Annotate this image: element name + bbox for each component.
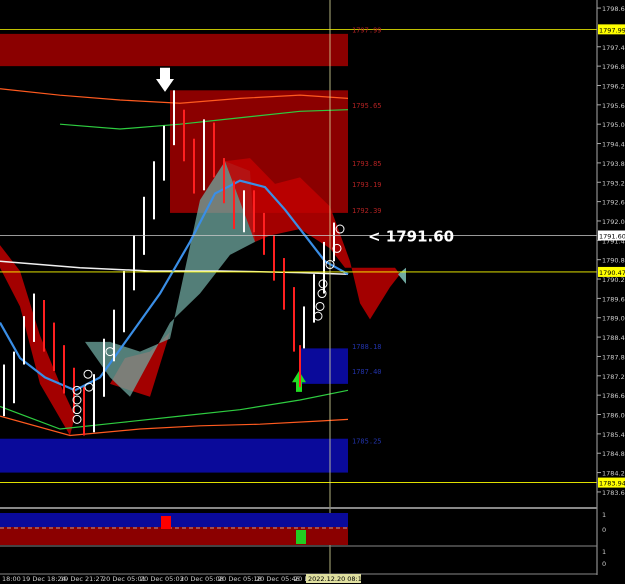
price-tag-label: 1783.94 — [599, 480, 625, 488]
signal-circle-icon — [72, 414, 82, 424]
y-tick-label: 1784.85 — [602, 450, 625, 458]
trading-chart-window[interactable]: 1797.99 1795.65 1793.85 1793.19 1792.39 1788.… — [0, 0, 625, 584]
y-tick-label: 1783.65 — [602, 489, 625, 497]
y-tick-label: 1790.25 — [602, 276, 625, 284]
sub-panel-tick: 1 — [602, 511, 606, 519]
zone-label: 1793.19 — [352, 181, 382, 189]
y-tick-label: 1787.85 — [602, 353, 625, 361]
y-tick-label: 1787.25 — [602, 373, 625, 381]
y-tick-label: 1792.65 — [602, 199, 625, 207]
x-tick-label: 18:00 — [2, 575, 21, 583]
sub-panel-tick: 0 — [602, 560, 606, 568]
zone-label: 1792.39 — [352, 207, 382, 215]
y-tick-label: 1786.65 — [602, 392, 625, 400]
y-tick-label: 1793.85 — [602, 160, 625, 168]
signal-circle-icon — [313, 311, 323, 321]
price-chart[interactable]: 1797.99 1795.65 1793.85 1793.19 1792.39 1788.… — [0, 0, 625, 584]
y-tick-label: 1789.65 — [602, 295, 625, 303]
price-tag-label: 1790.47 — [599, 269, 625, 277]
price-tag-label: 1797.99 — [599, 26, 625, 34]
x-tick-label: 19 Dec 21:27 — [60, 575, 104, 583]
sub-panel-red-band — [0, 527, 348, 545]
y-tick-label: 1792.05 — [602, 218, 625, 226]
y-tick-label: 1789.05 — [602, 315, 625, 323]
down-arrow-icon — [156, 67, 174, 92]
sub-panel-red-bar — [161, 516, 171, 529]
y-tick-label: 1785.45 — [602, 431, 625, 439]
sub-panel-green-bar — [296, 530, 306, 544]
y-tick-label: 1788.45 — [602, 334, 625, 342]
y-tick-label: 1794.45 — [602, 141, 625, 149]
cloud-tail — [398, 267, 406, 284]
current-price-callout: < 1791.60 — [368, 227, 454, 245]
sub-panel-tick: 1 — [602, 548, 606, 556]
y-tick-label: 1786.05 — [602, 412, 625, 420]
zone-label: 1787.40 — [352, 368, 382, 376]
y-tick-label: 1796.25 — [602, 82, 625, 90]
cursor-time-label: 2022.12.20 08:15 — [308, 575, 366, 583]
zone-label: 1788.18 — [352, 343, 382, 351]
y-tick-label: 1793.25 — [602, 179, 625, 187]
demand-zone-lower — [0, 438, 348, 473]
signal-circle-icon — [83, 369, 93, 379]
y-tick-label: 1795.05 — [602, 121, 625, 129]
zone-label: 1785.25 — [352, 437, 382, 445]
signal-circle-icon — [315, 301, 325, 311]
y-tick-label: 1796.85 — [602, 63, 625, 71]
supply-zone-upper — [0, 33, 348, 67]
y-tick-label: 1795.65 — [602, 102, 625, 110]
price-tag-label: 1791.60 — [599, 232, 625, 240]
y-tick-label: 1790.85 — [602, 257, 625, 265]
sub-panel-tick: 0 — [602, 526, 606, 534]
sub-panel-blue-band — [0, 513, 348, 527]
zone-label: 1795.65 — [352, 102, 382, 110]
demand-zone-daily — [300, 348, 348, 384]
zone-label: 1797.99 — [352, 26, 382, 34]
y-tick-label: 1784.25 — [602, 470, 625, 478]
zone-label: 1793.85 — [352, 160, 382, 168]
y-tick-label: 1798.65 — [602, 5, 625, 13]
y-tick-label: 1797.45 — [602, 44, 625, 52]
x-tick-label: 20 Dec 05:03 — [140, 575, 184, 583]
